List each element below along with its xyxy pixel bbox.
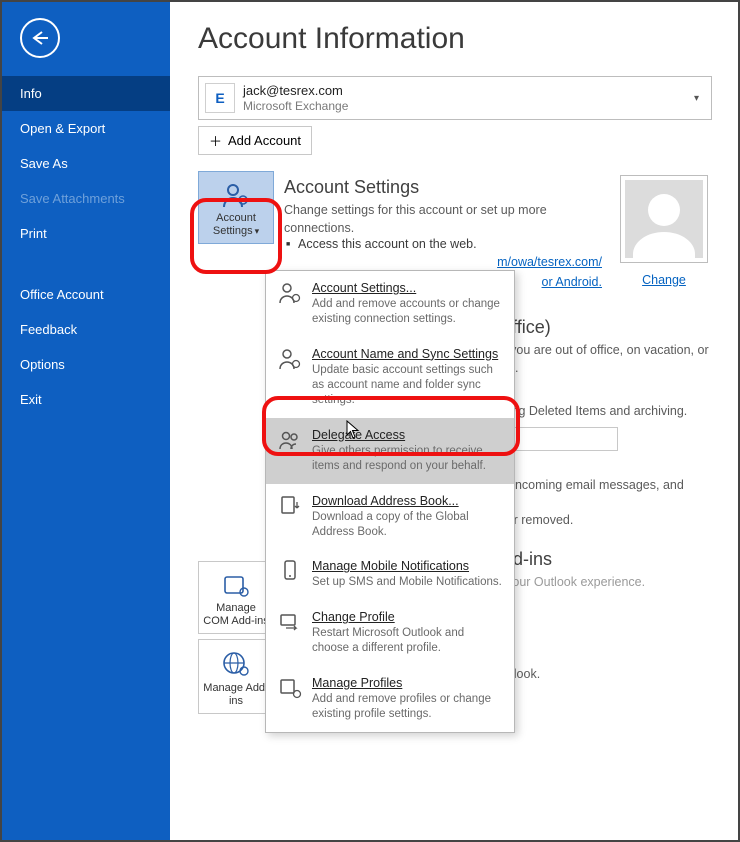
account-settings-tile[interactable]: Account Settings▾ bbox=[198, 171, 274, 244]
add-account-button[interactable]: ＋ Add Account bbox=[198, 126, 312, 155]
dropdown-item-title: Account Settings... bbox=[312, 281, 504, 295]
account-settings-desc: Change settings for this account or set … bbox=[284, 202, 602, 237]
profile-gear-icon bbox=[276, 676, 304, 722]
add-account-label: Add Account bbox=[228, 133, 301, 148]
dropdown-item-mobile-notifications[interactable]: Manage Mobile Notifications Set up SMS a… bbox=[266, 549, 514, 600]
dropdown-item-delegate-access[interactable]: Delegate Access Give others permission t… bbox=[266, 418, 514, 484]
dropdown-item-change-profile[interactable]: Change Profile Restart Microsoft Outlook… bbox=[266, 600, 514, 666]
sidebar-item-save-attachments: Save Attachments bbox=[0, 181, 170, 216]
dropdown-item-title: Manage Mobile Notifications bbox=[312, 559, 502, 573]
sidebar-item-office-account[interactable]: Office Account bbox=[0, 277, 170, 312]
dropdown-item-download-address-book[interactable]: Download Address Book... Download a copy… bbox=[266, 484, 514, 550]
dropdown-item-title: Delegate Access bbox=[312, 428, 504, 442]
sidebar-item-exit[interactable]: Exit bbox=[0, 382, 170, 417]
avatar-placeholder-icon bbox=[620, 175, 708, 263]
account-type: Microsoft Exchange bbox=[243, 99, 690, 113]
sidebar-item-save-as[interactable]: Save As bbox=[0, 146, 170, 181]
dropdown-item-title: Download Address Book... bbox=[312, 494, 504, 508]
arrow-left-icon bbox=[30, 30, 50, 46]
exchange-icon: E bbox=[205, 83, 235, 113]
change-photo-link[interactable]: Change bbox=[642, 273, 686, 287]
mobile-link-fragment[interactable]: or Android. bbox=[542, 275, 602, 289]
puzzle-gear-icon bbox=[222, 572, 250, 598]
sidebar-item-open-export[interactable]: Open & Export bbox=[0, 111, 170, 146]
manage-web-addins-tile[interactable]: Manage Add-ins bbox=[198, 639, 274, 714]
sidebar-item-print[interactable]: Print bbox=[0, 216, 170, 251]
dropdown-item-desc: Set up SMS and Mobile Notifications. bbox=[312, 575, 502, 590]
phone-icon bbox=[276, 559, 304, 590]
user-gear-icon bbox=[276, 347, 304, 408]
sidebar-item-options[interactable]: Options bbox=[0, 347, 170, 382]
sidebar-item-feedback[interactable]: Feedback bbox=[0, 312, 170, 347]
dropdown-item-title: Change Profile bbox=[312, 610, 504, 624]
dropdown-item-title: Account Name and Sync Settings bbox=[312, 347, 504, 361]
dropdown-item-manage-profiles[interactable]: Manage Profiles Add and remove profiles … bbox=[266, 666, 514, 732]
account-selector[interactable]: E jack@tesrex.com Microsoft Exchange ▾ bbox=[198, 76, 712, 120]
profile-swap-icon bbox=[276, 610, 304, 656]
two-users-icon bbox=[276, 428, 304, 474]
owa-link-fragment[interactable]: m/owa/tesrex.com/ bbox=[497, 255, 602, 269]
dropdown-item-title: Manage Profiles bbox=[312, 676, 504, 690]
dropdown-item-desc: Give others permission to receive items … bbox=[312, 444, 504, 474]
dropdown-item-name-sync[interactable]: Account Name and Sync Settings Update ba… bbox=[266, 337, 514, 418]
dropdown-item-desc: Add and remove accounts or change existi… bbox=[312, 297, 504, 327]
account-settings-dropdown: Account Settings... Add and remove accou… bbox=[265, 270, 515, 733]
account-settings-bullet: Access this account on the web. bbox=[284, 237, 602, 251]
back-button[interactable] bbox=[20, 18, 60, 58]
sidebar-item-info[interactable]: Info bbox=[0, 76, 170, 111]
account-settings-heading: Account Settings bbox=[284, 177, 602, 198]
plus-icon: ＋ bbox=[209, 131, 222, 150]
account-avatar-block: Change bbox=[616, 175, 712, 289]
dropdown-item-desc: Restart Microsoft Outlook and choose a d… bbox=[312, 626, 504, 656]
dropdown-item-desc: Add and remove profiles or change existi… bbox=[312, 692, 504, 722]
dropdown-item-desc: Update basic account settings such as ac… bbox=[312, 363, 504, 408]
dropdown-item-desc: Download a copy of the Global Address Bo… bbox=[312, 510, 504, 540]
user-gear-icon bbox=[221, 182, 251, 208]
user-gear-icon bbox=[276, 281, 304, 327]
dropdown-item-account-settings[interactable]: Account Settings... Add and remove accou… bbox=[266, 271, 514, 337]
manage-com-addins-tile[interactable]: Manage COM Add-ins bbox=[198, 561, 274, 634]
globe-gear-icon bbox=[221, 650, 251, 678]
page-title: Account Information bbox=[198, 22, 712, 56]
backstage-sidebar: Info Open & Export Save As Save Attachme… bbox=[0, 0, 170, 842]
book-download-icon bbox=[276, 494, 304, 540]
chevron-down-icon: ▾ bbox=[690, 93, 703, 104]
account-email: jack@tesrex.com bbox=[243, 83, 690, 99]
